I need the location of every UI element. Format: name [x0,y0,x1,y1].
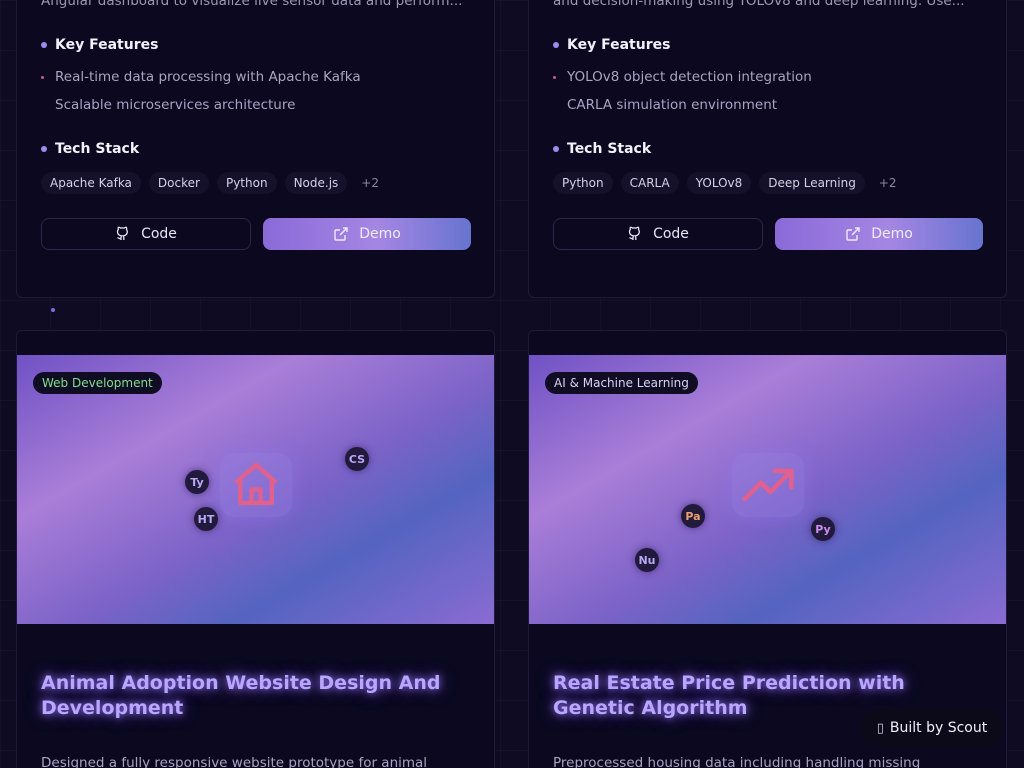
code-button[interactable]: Code [41,218,251,250]
github-icon [116,226,129,240]
demo-button[interactable]: Demo [263,218,471,250]
box-icon: ▯ [876,720,884,736]
project-hero-image: Web Development Ty HT CS [17,355,494,624]
tech-tag: YOLOv8 [686,172,752,194]
dot-icon [41,146,47,152]
tech-tag: Node.js [284,172,348,194]
external-link-icon [846,227,860,241]
project-description: Preprocessed housing data including hand… [553,755,921,768]
project-hero-image: AI & Machine Learning Pa Nu Py [529,355,1006,624]
tech-chip: CS [345,447,369,471]
tech-chip: Pa [681,504,705,528]
tech-stack-heading: Tech Stack [553,141,651,157]
tech-tag: Docker [148,172,209,194]
built-by-badge[interactable]: ▯ Built by Scout [860,709,1004,747]
decorative-dot [51,308,55,312]
demo-button-label: Demo [359,226,401,242]
tech-chip: Nu [635,548,659,572]
tech-tag: Deep Learning [759,172,865,194]
tech-chip: Py [811,517,835,541]
demo-button[interactable]: Demo [775,218,983,250]
code-button[interactable]: Code [553,218,763,250]
project-card: Angular dashboard to visualize live sens… [16,0,495,298]
key-features-heading: Key Features [41,37,158,53]
tech-chip: Ty [185,470,209,494]
project-card[interactable]: Web Development Ty HT CS Animal Adoption… [16,330,495,768]
more-tags-count: +2 [361,176,379,190]
code-button-label: Code [141,226,177,242]
feature-item: Scalable microservices architecture [55,97,296,113]
project-description: Angular dashboard to visualize live sens… [41,0,463,9]
project-title: Animal Adoption Website Design And Devel… [41,672,441,719]
tech-tags: Apache Kafka Docker Python Node.js +2 [41,172,385,194]
project-description: Designed a fully responsive website prot… [41,755,428,768]
built-by-label: Built by Scout [889,720,988,736]
bullet-icon [553,76,556,79]
demo-button-label: Demo [871,226,913,242]
home-icon [220,453,292,517]
tech-tag: CARLA [620,172,679,194]
external-link-icon [334,227,348,241]
dot-icon [41,42,47,48]
more-tags-count: +2 [878,176,897,190]
bullet-icon [41,76,44,79]
tech-chip: HT [194,507,218,531]
tech-tag: Apache Kafka [41,172,141,194]
tech-tag: Python [553,172,613,194]
dot-icon [553,42,559,48]
dot-icon [553,146,559,152]
code-button-label: Code [653,226,689,242]
category-badge: Web Development [33,372,162,394]
feature-item: CARLA simulation environment [567,97,778,113]
project-card: and decision-making using YOLOv8 and dee… [528,0,1007,298]
tech-tag: Python [216,172,277,194]
trending-up-icon [732,453,804,517]
category-badge: AI & Machine Learning [545,372,698,394]
key-features-heading: Key Features [553,37,670,53]
github-icon [628,226,641,240]
tech-stack-heading: Tech Stack [41,141,139,157]
project-description: and decision-making using YOLOv8 and dee… [553,0,965,9]
feature-item: YOLOv8 object detection integration [553,69,812,85]
project-card[interactable]: AI & Machine Learning Pa Nu Py Real Esta… [528,330,1007,768]
feature-item: Real-time data processing with Apache Ka… [41,69,361,85]
tech-tags: Python CARLA YOLOv8 Deep Learning +2 [553,172,903,194]
